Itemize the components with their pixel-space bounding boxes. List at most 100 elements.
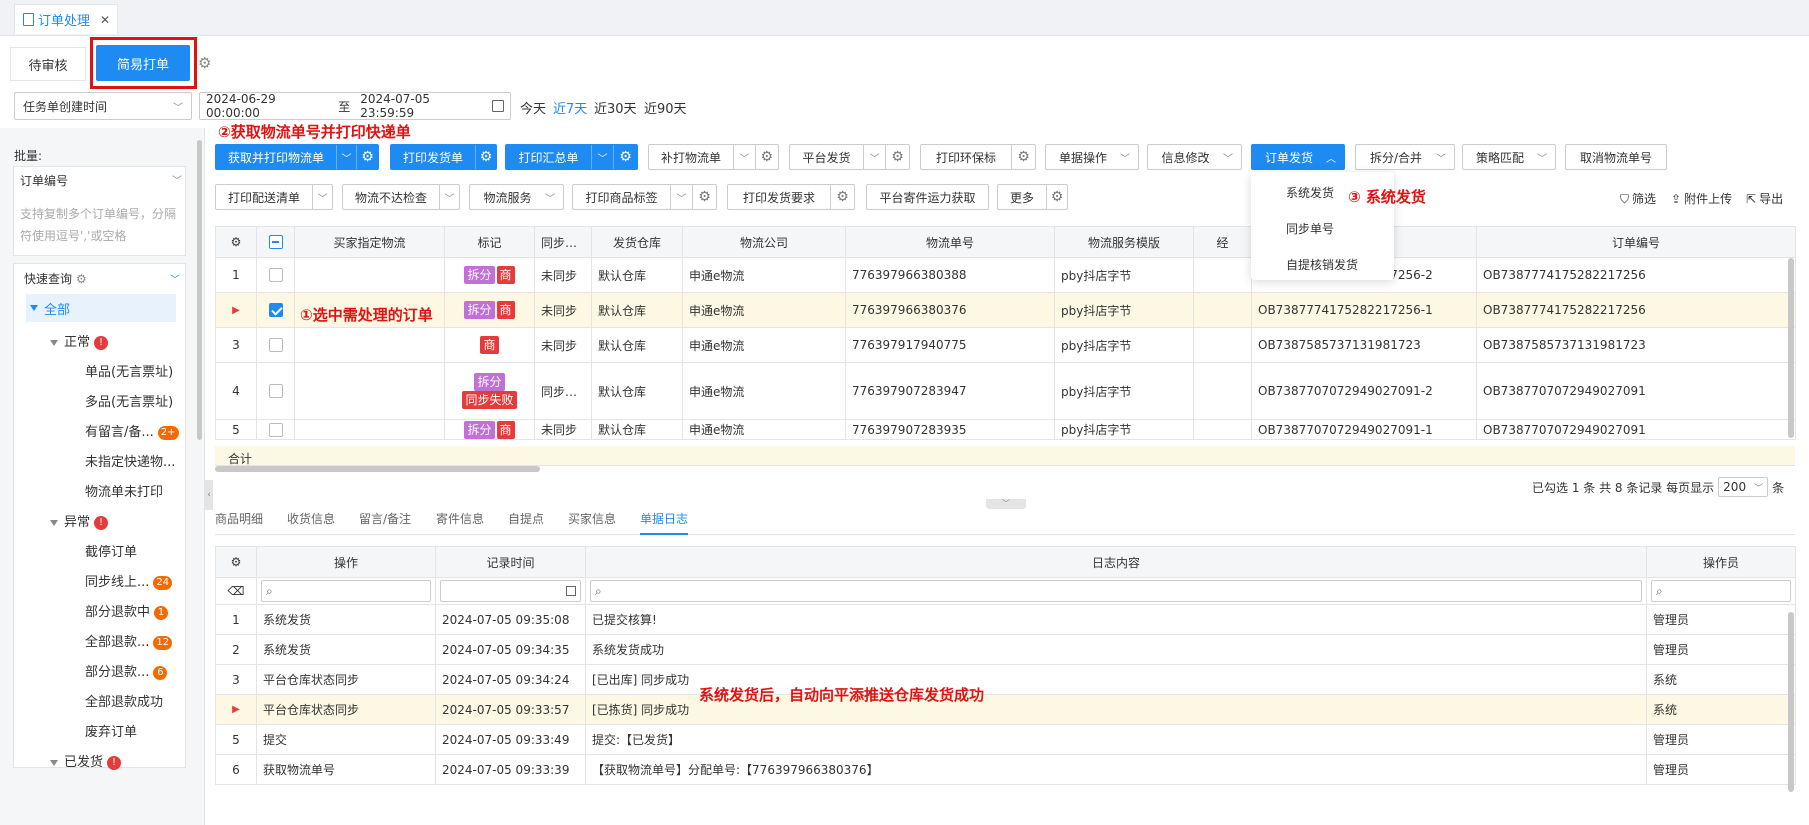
table-row[interactable]: 3 平台仓库状态同步 2024-07-05 09:34:24 [已出库] 同步成功 系统 <box>215 664 1796 695</box>
chevron-down-icon[interactable]: ﹀ <box>863 145 885 169</box>
table-row[interactable]: ▶ 平台仓库状态同步 2024-07-05 09:33:57 [已拣货] 同步成功 系统 <box>215 694 1796 725</box>
gear-icon[interactable]: ⚙ <box>885 145 909 169</box>
print-eco-label-button[interactable]: 打印环保标 ⚙ <box>920 144 1036 170</box>
attachment-upload-button[interactable]: ⇪ 附件上传 <box>1671 190 1732 207</box>
tree-item[interactable]: 废弃订单 <box>85 721 137 740</box>
column-header[interactable]: 买家指定物流 <box>294 226 445 258</box>
column-header[interactable]: 标记 <box>444 226 535 258</box>
column-header[interactable]: 同步状态 <box>534 226 592 258</box>
tree-item[interactable]: 单品(无言票址) <box>85 361 173 380</box>
print-ship-requirements-button[interactable]: 打印发货要求 ⚙ <box>727 184 855 210</box>
tree-item-shipped[interactable]: 已发货! <box>50 751 122 770</box>
column-header[interactable]: 记录时间 <box>435 546 586 578</box>
detail-tab[interactable]: 买家信息 <box>568 510 616 527</box>
table-row[interactable]: 6 获取物流单号 2024-07-05 09:33:39 【获取物流单号】分配单号:【… <box>215 754 1796 785</box>
tab-simple-print[interactable]: 简易打单 <box>96 45 190 81</box>
table-row[interactable]: 2 系统发货 2024-07-05 09:34:35 系统发货成功 管理员 <box>215 634 1796 665</box>
more-button[interactable]: 更多 ⚙ <box>997 184 1068 210</box>
doc-operation-button[interactable]: 单据操作 ﹀ <box>1045 144 1139 170</box>
platform-capacity-button[interactable]: 平台寄件运力获取 <box>866 184 989 210</box>
export-button[interactable]: ⇱ 导出 <box>1746 190 1783 207</box>
column-header[interactable]: 操作员 <box>1646 546 1796 578</box>
print-product-label-button[interactable]: 打印商品标签 ﹀ ⚙ <box>572 184 717 210</box>
row-checkbox[interactable] <box>256 362 295 420</box>
table-row[interactable]: 1 拆分商未同步 默认仓库 申通e物流 776397966380388 pby抖店字节 OB… <box>215 257 1796 293</box>
op-filter-input[interactable]: ⌕ <box>261 580 431 602</box>
column-header[interactable]: 经 <box>1193 226 1252 258</box>
order-ship-button[interactable]: 订单发货 ︿ <box>1251 144 1345 170</box>
table-row[interactable]: ▶ 拆分商未同步 默认仓库 申通e物流 776397966380376 pby抖店字节 OB… <box>215 292 1796 328</box>
close-icon[interactable]: ✕ <box>100 13 110 27</box>
quick-range-today[interactable]: 今天 <box>520 98 546 117</box>
menu-item-system-ship[interactable]: 系统发货 <box>1286 184 1334 201</box>
chevron-down-icon[interactable]: ﹀ <box>670 185 692 209</box>
tree-item[interactable]: 同步线上... 24 <box>85 571 173 590</box>
table-row[interactable]: 1 系统发货 2024-07-05 09:35:08 已提交核算! 管理员 <box>215 604 1796 635</box>
orders-hscrollbar[interactable] <box>215 466 540 472</box>
filter-button[interactable]: ⛉ 筛选 <box>1620 190 1656 207</box>
print-delivery-note-button[interactable]: 打印发货单 ⚙ <box>390 144 497 170</box>
collapse-handle[interactable]: ‹ <box>205 480 213 510</box>
gear-icon[interactable]: ⚙ <box>198 54 211 72</box>
gear-icon[interactable]: ⚙ <box>692 185 716 209</box>
tree-item-all[interactable]: 全部 <box>26 294 176 322</box>
quick-range-7d[interactable]: 近7天 <box>553 98 587 117</box>
detail-tab[interactable]: 商品明细 <box>215 510 263 527</box>
gear-icon[interactable]: ⚙ <box>754 145 778 169</box>
tree-item[interactable]: 全部退款... 12 <box>85 631 173 650</box>
date-range-input[interactable]: 2024-06-29 00:00:00 至 2024-07-05 23:59:5… <box>199 92 511 120</box>
table-row[interactable]: 4 拆分 同步失败 同步失败 默认仓库 申通e物流 776397907283947 pby抖店… <box>215 362 1796 420</box>
row-checkbox[interactable] <box>256 327 295 363</box>
gear-icon[interactable]: ⚙ <box>475 145 496 169</box>
tree-item[interactable]: 有留言/备... 2+ <box>85 421 179 440</box>
orders-vscrollbar[interactable] <box>1788 258 1794 438</box>
tree-item[interactable]: 部分退款中 1 <box>85 601 169 620</box>
time-filter-input[interactable] <box>440 580 581 602</box>
window-tab[interactable]: 订单处理 ✕ <box>14 4 118 34</box>
batch-field-select[interactable]: 订单编号 ﹀ <box>20 172 182 189</box>
print-summary-button[interactable]: 打印汇总单 ﹀ ⚙ <box>505 144 638 170</box>
cancel-logistics-button[interactable]: 取消物流单号 <box>1565 144 1667 170</box>
column-header[interactable]: 物流服务模版 <box>1054 226 1194 258</box>
info-edit-button[interactable]: 信息修改 ﹀ <box>1147 144 1242 170</box>
content-filter-input[interactable]: ⌕ <box>590 580 1642 602</box>
quick-query-header[interactable]: 快速查询 ⚙ ﹀ <box>24 270 180 287</box>
strategy-match-button[interactable]: 策略匹配 ﹀ <box>1462 144 1556 170</box>
detail-tab[interactable]: 留言/备注 <box>359 510 411 527</box>
tree-item-normal[interactable]: 正常! <box>50 331 109 350</box>
chevron-down-icon[interactable]: ﹀ <box>591 145 613 169</box>
gear-icon[interactable]: ⚙ <box>356 145 378 169</box>
gear-icon[interactable]: ⚙ <box>613 145 637 169</box>
quick-range-30d[interactable]: 近30天 <box>594 98 637 117</box>
table-row[interactable]: 5 提交 2024-07-05 09:33:49 提交:【已发货】 管理员 <box>215 724 1796 755</box>
quick-range-90d[interactable]: 近90天 <box>644 98 687 117</box>
row-checkbox[interactable] <box>256 292 295 328</box>
gear-icon[interactable]: ⚙ <box>830 185 854 209</box>
gear-icon[interactable]: ⚙ <box>215 226 257 258</box>
reprint-logistics-button[interactable]: 补打物流单 ﹀ ⚙ <box>648 144 779 170</box>
time-field-select[interactable]: 任务单创建时间 ﹀ <box>14 92 192 120</box>
tree-item[interactable]: 物流单未打印 <box>85 481 163 500</box>
column-header[interactable]: 日志内容 <box>585 546 1647 578</box>
detail-tab[interactable]: 寄件信息 <box>436 510 484 527</box>
log-vscrollbar[interactable] <box>1788 612 1794 792</box>
tree-item[interactable]: 部分退款... 6 <box>85 661 168 680</box>
tree-item-exception[interactable]: 异常! <box>50 511 109 530</box>
gear-icon[interactable]: ⚙ <box>215 546 257 578</box>
batch-input[interactable]: 支持复制多个订单编号，分隔符使用逗号','或空格 <box>20 203 182 247</box>
page-size-select[interactable]: 200 ﹀ <box>1718 477 1769 497</box>
column-header[interactable]: 操作 <box>256 546 436 578</box>
print-distribution-list-button[interactable]: 打印配送清单 ﹀ <box>215 184 333 210</box>
detail-tab[interactable]: 自提点 <box>508 510 544 527</box>
chevron-down-icon[interactable]: ﹀ <box>312 185 332 209</box>
row-checkbox[interactable] <box>256 419 295 440</box>
column-header[interactable]: 物流公司 <box>682 226 846 258</box>
user-filter-input[interactable]: ⌕ <box>1651 580 1791 602</box>
tab-pending-review[interactable]: 待审核 <box>10 47 86 81</box>
gear-icon[interactable]: ⚙ <box>1011 145 1035 169</box>
gear-icon[interactable]: ⚙ <box>1046 185 1067 209</box>
menu-item-sync-number[interactable]: 同步单号 <box>1286 220 1334 237</box>
chevron-down-icon[interactable]: ﹀ <box>733 145 755 169</box>
chevron-down-icon[interactable]: ﹀ <box>439 185 459 209</box>
column-header[interactable]: 物流单号 <box>845 226 1055 258</box>
